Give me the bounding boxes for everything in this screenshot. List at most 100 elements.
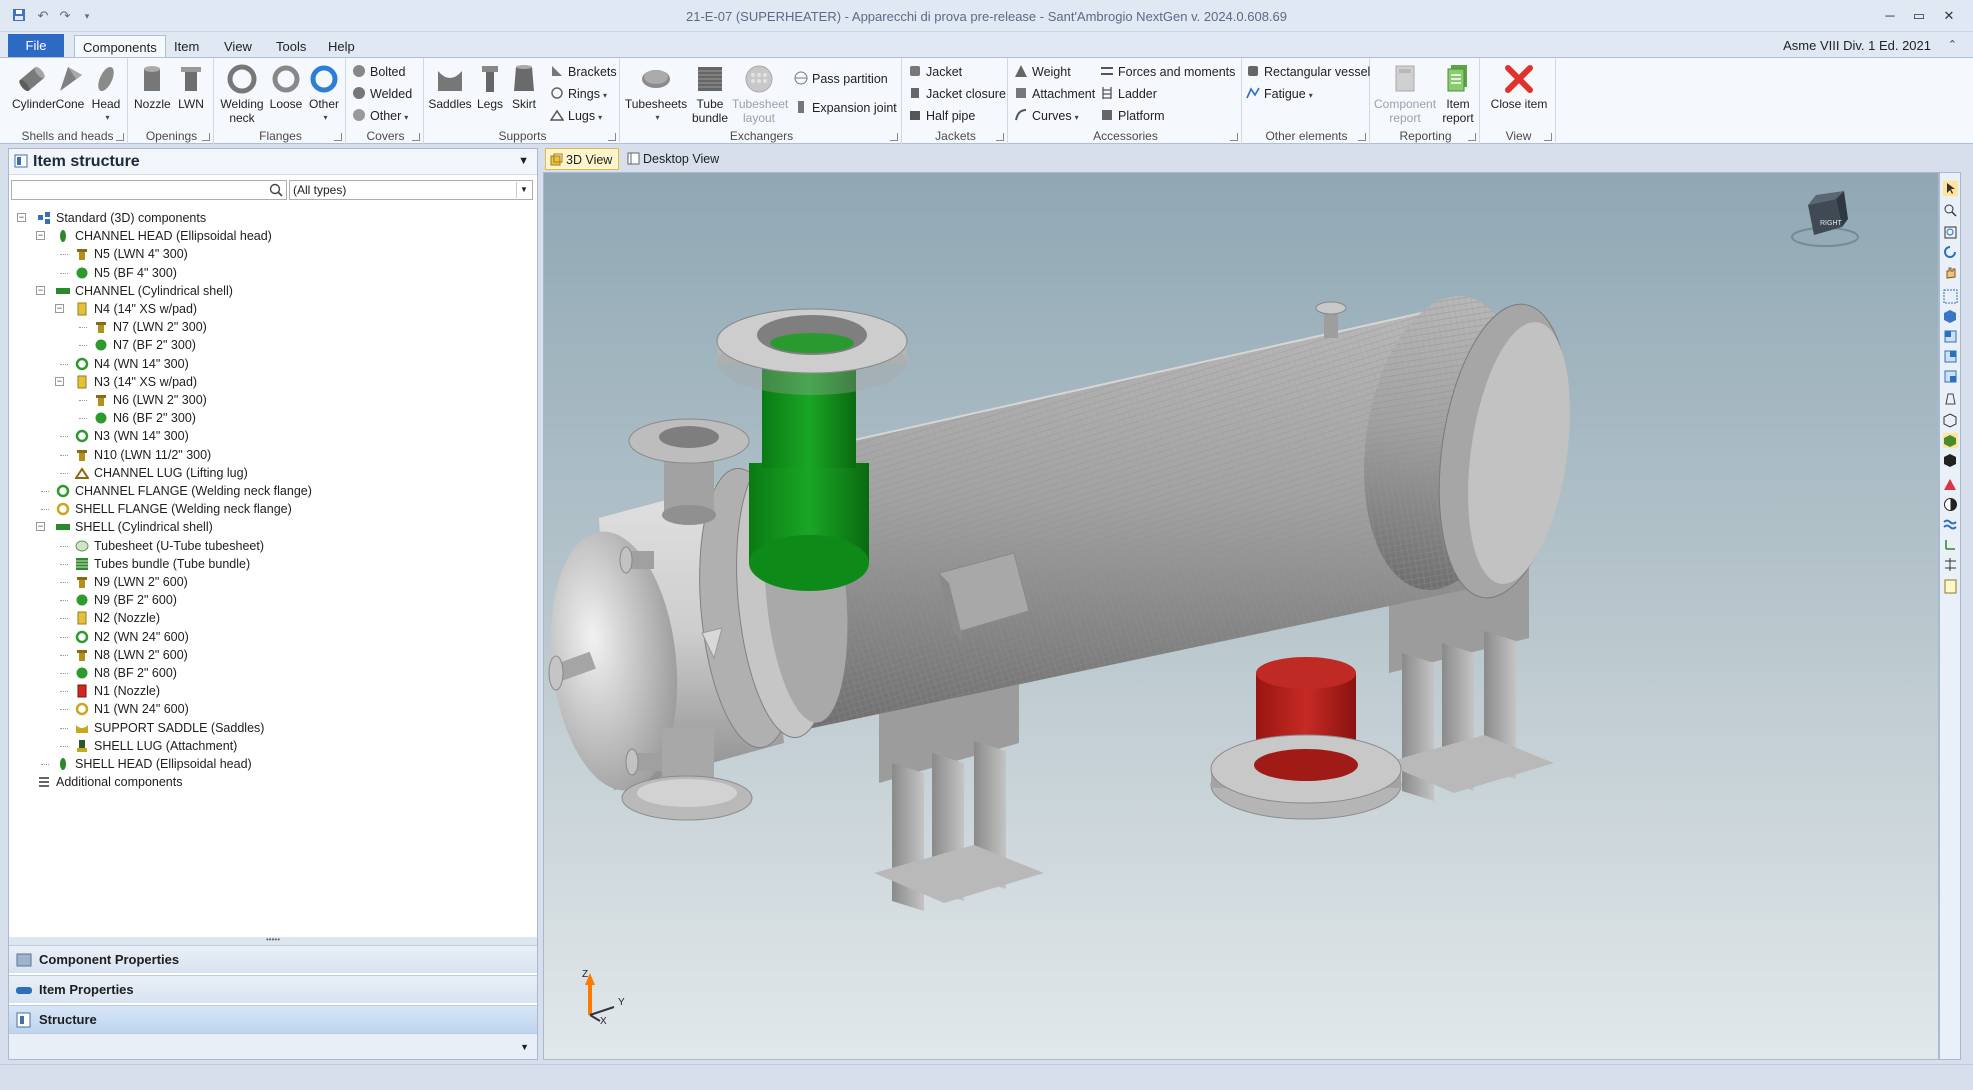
loose-flange-button[interactable]: Loose — [268, 60, 304, 111]
tree-item[interactable]: N3 (WN 14" 300) — [75, 427, 189, 445]
tree-item[interactable]: N1 (Nozzle) — [75, 682, 160, 700]
tree-item[interactable]: CHANNEL LUG (Lifting lug) — [75, 464, 248, 482]
notes-icon[interactable] — [1943, 579, 1958, 594]
collapse-toggle-icon[interactable]: − — [55, 376, 64, 386]
axis-toggle-icon[interactable] — [1943, 537, 1958, 552]
head-button[interactable]: Head ▾ — [88, 60, 124, 125]
attachment-button[interactable]: Attachment — [1014, 85, 1095, 103]
tree-search-input[interactable] — [11, 180, 287, 200]
tree-item[interactable]: N5 (BF 4" 300) — [75, 264, 177, 282]
nav-structure[interactable]: Structure — [9, 1005, 537, 1033]
tree-item[interactable]: Additional components — [37, 773, 182, 791]
pass-partition-button[interactable]: Pass partition — [794, 70, 888, 88]
curves-button[interactable]: Curves ▾ — [1014, 107, 1079, 125]
wireframe-icon[interactable] — [1943, 413, 1958, 428]
panel-menu-icon[interactable]: ▼ — [518, 155, 529, 167]
weight-button[interactable]: Weight — [1014, 63, 1071, 81]
saddles-button[interactable]: Saddles — [428, 60, 472, 111]
tab-item[interactable]: Item — [166, 35, 207, 58]
top-view-icon[interactable] — [1943, 349, 1958, 364]
forces-moments-button[interactable]: Forces and moments — [1100, 63, 1235, 81]
bolted-cover-button[interactable]: Bolted — [352, 63, 405, 81]
iso-view-icon[interactable] — [1943, 309, 1958, 324]
lugs-button[interactable]: Lugs ▾ — [550, 107, 602, 125]
tree-item[interactable]: N8 (BF 2" 600) — [75, 664, 177, 682]
collapse-toggle-icon[interactable]: − — [36, 231, 45, 241]
tree-item[interactable]: N2 (WN 24" 600) — [75, 628, 189, 646]
group-launcher-icon[interactable] — [608, 133, 616, 141]
tree-item[interactable]: N6 (BF 2" 300) — [94, 409, 196, 427]
tree-item[interactable]: N7 (LWN 2" 300) — [94, 318, 207, 336]
fit-all-icon[interactable] — [1943, 289, 1958, 304]
group-launcher-icon[interactable] — [334, 133, 342, 141]
group-launcher-icon[interactable] — [202, 133, 210, 141]
tree-item[interactable]: N9 (BF 2" 600) — [75, 591, 177, 609]
tree-item[interactable]: N3 (14" XS w/pad) — [75, 373, 197, 391]
type-filter-select[interactable]: (All types) ▼ — [289, 180, 533, 200]
tree-item[interactable]: N10 (LWN 11/2" 300) — [75, 446, 211, 464]
tubesheet-layout-button[interactable]: Tubesheet layout — [732, 60, 788, 125]
tree-item[interactable]: CHANNEL (Cylindrical shell) — [56, 282, 233, 300]
group-launcher-icon[interactable] — [1468, 133, 1476, 141]
component-report-button[interactable]: Component report — [1374, 60, 1436, 125]
measure-icon[interactable] — [1943, 557, 1958, 572]
tab-help[interactable]: Help — [320, 35, 363, 58]
fatigue-button[interactable]: Fatigue ▾ — [1246, 85, 1313, 103]
group-launcher-icon[interactable] — [412, 133, 420, 141]
item-report-button[interactable]: Item report — [1438, 60, 1478, 125]
nav-overflow-icon[interactable]: ▼ — [9, 1033, 537, 1059]
skirt-button[interactable]: Skirt — [508, 60, 540, 111]
tree-item[interactable]: N9 (LWN 2" 600) — [75, 573, 188, 591]
tree-item[interactable]: N1 (WN 24" 600) — [75, 700, 189, 718]
tab-view[interactable]: View — [216, 35, 260, 58]
tree-item[interactable]: N8 (LWN 2" 600) — [75, 646, 188, 664]
tree-item[interactable]: Tubes bundle (Tube bundle) — [75, 555, 250, 573]
rotate-icon[interactable] — [1943, 245, 1958, 260]
jacket-closure-button[interactable]: Jacket closure — [908, 85, 1006, 103]
side-view-icon[interactable] — [1943, 369, 1958, 384]
tab-file[interactable]: File — [8, 34, 64, 58]
section-icon[interactable] — [1943, 477, 1958, 492]
tree-item[interactable]: SHELL LUG (Attachment) — [75, 737, 237, 755]
tab-desktop-view[interactable]: Desktop View — [623, 148, 725, 170]
shaded-icon[interactable] — [1943, 433, 1958, 448]
welded-cover-button[interactable]: Welded — [352, 85, 412, 103]
tree-item[interactable]: N7 (BF 2" 300) — [94, 336, 196, 354]
group-launcher-icon[interactable] — [1358, 133, 1366, 141]
half-pipe-button[interactable]: Half pipe — [908, 107, 975, 125]
jacket-button[interactable]: Jacket — [908, 63, 962, 81]
cone-button[interactable]: Cone — [54, 60, 86, 111]
nozzle-button[interactable]: Nozzle — [134, 60, 171, 111]
zoom-icon[interactable] — [1943, 203, 1958, 218]
3d-viewport[interactable]: RIGHT Z Y X — [543, 172, 1939, 1060]
navigation-cube[interactable]: RIGHT — [1790, 191, 1860, 253]
nav-item-properties[interactable]: Item Properties — [9, 975, 537, 1003]
rectangular-vessel-button[interactable]: Rectangular vessel — [1246, 63, 1370, 81]
group-launcher-icon[interactable] — [1544, 133, 1552, 141]
group-launcher-icon[interactable] — [996, 133, 1004, 141]
tab-tools[interactable]: Tools — [268, 35, 314, 58]
other-flange-button[interactable]: Other ▾ — [306, 60, 342, 125]
water-level-icon[interactable] — [1943, 517, 1958, 532]
close-item-button[interactable]: Close item — [1484, 60, 1554, 111]
solid-icon[interactable] — [1943, 453, 1958, 468]
tree-item[interactable]: N2 (Nozzle) — [75, 609, 160, 627]
expansion-joint-button[interactable]: Expansion joint — [794, 99, 897, 117]
tubesheets-button[interactable]: Tubesheets ▾ — [624, 60, 688, 125]
collapse-toggle-icon[interactable]: − — [55, 304, 64, 313]
tube-bundle-button[interactable]: Tube bundle — [690, 60, 730, 125]
select-icon[interactable] — [1943, 181, 1958, 196]
collapse-toggle-icon[interactable]: − — [36, 285, 45, 295]
welding-neck-button[interactable]: Welding neck — [218, 60, 266, 125]
legs-button[interactable]: Legs — [474, 60, 506, 111]
close-window-icon[interactable]: ✕ — [1935, 5, 1963, 27]
maximize-icon[interactable]: ▭ — [1905, 5, 1933, 27]
nozzle-n1-highlighted[interactable] — [1210, 657, 1402, 820]
perspective-icon[interactable] — [1943, 391, 1958, 406]
minimize-icon[interactable]: ─ — [1876, 5, 1904, 27]
tab-components[interactable]: Components — [74, 35, 166, 59]
collapse-toggle-icon[interactable]: − — [36, 522, 45, 532]
tree-item[interactable]: SHELL FLANGE (Welding neck flange) — [56, 500, 292, 518]
platform-button[interactable]: Platform — [1100, 107, 1165, 125]
tree-item[interactable]: SUPPORT SADDLE (Saddles) — [75, 719, 264, 737]
